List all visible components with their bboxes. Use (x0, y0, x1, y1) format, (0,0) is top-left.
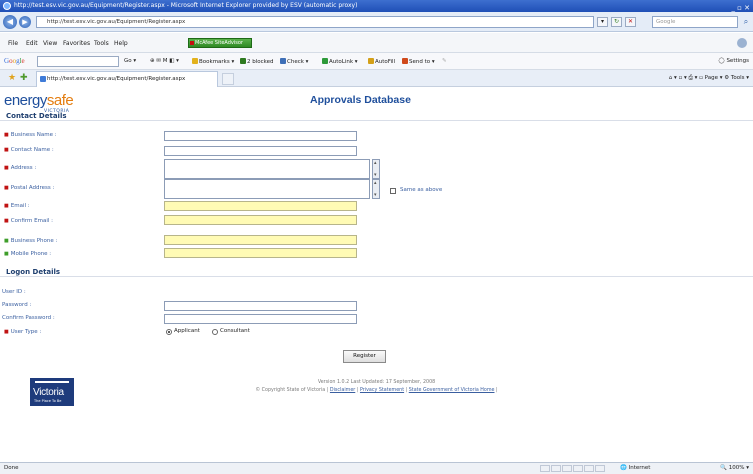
url-input[interactable]: http://test.esv.vic.gov.au/Equipment/Reg… (36, 16, 594, 28)
google-search-input[interactable] (37, 56, 119, 67)
page-title: Approvals Database (310, 94, 411, 106)
password-input[interactable] (164, 301, 357, 311)
status-cells (540, 465, 606, 474)
business-phone-input[interactable] (164, 235, 357, 245)
footer-copyright: © Copyright State of Victoria | (255, 388, 329, 393)
privacy-link[interactable]: Privacy Statement (360, 388, 404, 393)
tools-menu[interactable]: Tools (731, 75, 745, 81)
autolink-icon (322, 58, 328, 64)
tab-bar: ★ ✚ http://test.esv.vic.gov.au/Equipment… (0, 70, 753, 87)
autofill-button[interactable]: AutoFill (368, 58, 395, 65)
refresh-icon[interactable]: ↻ (611, 17, 622, 27)
url-dropdown-icon[interactable]: ▾ (597, 17, 608, 27)
menu-help[interactable]: Help (114, 40, 128, 47)
stop-icon[interactable]: ✕ (625, 17, 636, 27)
applicant-label: Applicant (174, 328, 200, 334)
bookmarks-button[interactable]: Bookmarks ▾ (192, 58, 234, 65)
postal-address-textarea[interactable] (164, 179, 381, 199)
menu-favorites[interactable]: Favorites (63, 40, 90, 47)
spellcheck-button[interactable]: Check ▾ (280, 58, 308, 65)
add-favorite-icon[interactable]: ✚ (20, 73, 28, 83)
energysafe-logo: energysafe VICTORIA (4, 92, 74, 114)
page-content: energysafe VICTORIA Approvals Database C… (0, 88, 753, 462)
consultant-label: Consultant (220, 328, 250, 334)
window-title-bar: http://test.esv.vic.gov.au/Equipment/Reg… (0, 0, 753, 12)
zoom-level[interactable]: 🔍 100% ▾ (720, 463, 749, 474)
footer-version: Version 1.0.2 Last Updated: 17 September… (317, 380, 436, 385)
contact-name-input[interactable] (164, 146, 357, 156)
address-bar: ◀ ▶ http://test.esv.vic.gov.au/Equipment… (0, 12, 753, 32)
disclaimer-link[interactable]: Disclaimer (330, 388, 355, 393)
pencil-icon[interactable]: ✎ (442, 58, 447, 64)
window-controls[interactable]: _ ▫ ✕ (731, 2, 750, 12)
postal-address-scrollbar[interactable] (372, 179, 380, 199)
google-logo: Google (4, 57, 25, 65)
mcafee-button[interactable]: McAfee SiteAdvisor (188, 38, 252, 48)
menu-edit[interactable]: Edit (26, 40, 38, 47)
business-phone-label: ■ Business Phone : (4, 238, 58, 244)
popup-blocker-icon (240, 58, 246, 64)
google-tools-icons[interactable]: ⊕ ✉ M ◧ ▾ (150, 58, 179, 64)
contact-name-label: ■ Contact Name : (4, 147, 54, 153)
search-input[interactable]: Google (652, 16, 738, 28)
ie-logo-icon (3, 2, 11, 10)
check-icon (280, 58, 286, 64)
menu-tools[interactable]: Tools (94, 40, 109, 47)
contact-details-heading: Contact Details (0, 112, 753, 121)
password-label: Password : (2, 302, 32, 308)
tab-register[interactable]: http://test.esv.vic.gov.au/Equipment/Reg… (36, 71, 218, 87)
confirm-email-input[interactable] (164, 215, 357, 225)
vic-gov-home-link[interactable]: State Government of Victoria Home (409, 388, 495, 393)
user-type-label: ■ User Type : (4, 329, 42, 335)
same-as-above-label: Same as above (400, 187, 443, 193)
sendto-icon (402, 58, 408, 64)
page-menu[interactable]: Page (705, 75, 718, 81)
autofill-icon (368, 58, 374, 64)
business-name-label: ■ Business Name : (4, 132, 57, 138)
email-label: ■ Email : (4, 203, 30, 209)
search-icon[interactable]: ⌕ (741, 16, 751, 28)
google-settings-button[interactable]: ◯ Settings (719, 58, 749, 64)
postal-address-label: ■ Postal Address : (4, 185, 55, 191)
address-label: ■ Address : (4, 165, 37, 171)
menu-view[interactable]: View (43, 40, 57, 47)
status-bar: Done 🌐 Internet 🔍 100% ▾ (0, 462, 753, 474)
business-name-input[interactable] (164, 131, 357, 141)
command-bar[interactable]: ⌂ ▾ ▫ ▾ ⎙ ▾ ▫ Page ▾ ⚙ Tools ▾ (669, 75, 749, 82)
email-input[interactable] (164, 201, 357, 211)
status-text: Done (4, 465, 19, 471)
footer-links: © Copyright State of Victoria | Disclaim… (255, 388, 498, 393)
window-title: http://test.esv.vic.gov.au/Equipment/Reg… (14, 2, 358, 9)
address-textarea[interactable] (164, 159, 381, 179)
confirm-email-label: ■ Confirm Email : (4, 218, 54, 224)
logon-details-heading: Logon Details (0, 268, 753, 277)
menu-bar: File Edit View Favorites Tools Help McAf… (0, 33, 753, 53)
popup-blocked-button[interactable]: 2 blocked (240, 58, 274, 65)
mobile-phone-input[interactable] (164, 248, 357, 258)
star-icon (192, 58, 198, 64)
user-id-label: User ID : (2, 289, 26, 295)
toolbar-options-icon[interactable] (737, 38, 747, 48)
register-button[interactable]: Register (343, 350, 386, 363)
consultant-radio[interactable] (212, 329, 218, 335)
mobile-phone-label: ■ Mobile Phone : (4, 251, 52, 257)
address-scrollbar[interactable] (372, 159, 380, 179)
security-zone: 🌐 Internet (620, 465, 651, 471)
favorites-star-icon[interactable]: ★ (8, 73, 16, 83)
same-as-above-checkbox[interactable] (390, 188, 396, 194)
google-go-button[interactable]: Go ▾ (124, 58, 136, 64)
google-toolbar: Google Go ▾ ⊕ ✉ M ◧ ▾ Bookmarks ▾ 2 bloc… (0, 53, 753, 70)
confirm-password-label: Confirm Password : (2, 315, 55, 321)
confirm-password-input[interactable] (164, 314, 357, 324)
applicant-radio[interactable] (166, 329, 172, 335)
new-tab-button[interactable] (222, 73, 234, 85)
forward-button[interactable]: ▶ (19, 16, 31, 28)
back-button[interactable]: ◀ (3, 15, 17, 29)
menu-file[interactable]: File (8, 40, 18, 47)
sendto-button[interactable]: Send to ▾ (402, 58, 435, 65)
autolink-button[interactable]: AutoLink ▾ (322, 58, 358, 65)
